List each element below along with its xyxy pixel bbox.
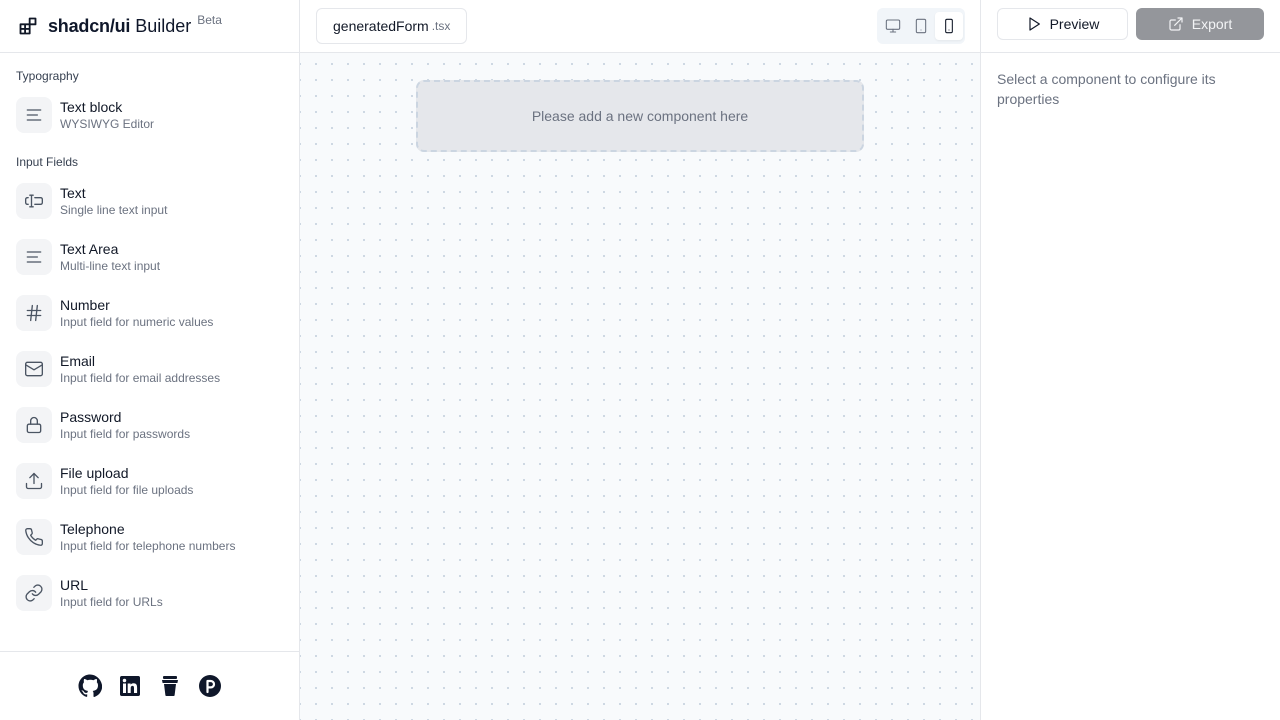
phone-icon — [16, 519, 52, 555]
mobile-icon — [945, 18, 953, 34]
tablet-icon — [915, 18, 927, 34]
hash-icon — [16, 295, 52, 331]
device-toggle-group — [877, 8, 965, 44]
component-dropzone[interactable]: Please add a new component here — [416, 80, 864, 152]
text-cursor-input-icon — [16, 183, 52, 219]
upload-icon — [16, 463, 52, 499]
sidebar-item-desc: Input field for telephone numbers — [60, 539, 236, 553]
sidebar-item-desc: Input field for passwords — [60, 427, 191, 441]
sidebar-item-desc: Input field for file uploads — [60, 483, 194, 497]
sidebar-item-password[interactable]: Password Input field for passwords — [0, 397, 299, 453]
section-title-input-fields: Input Fields — [16, 155, 79, 169]
sidebar-item-label: Number — [60, 297, 110, 313]
sidebar-item-url[interactable]: URL Input field for URLs — [0, 565, 299, 621]
sidebar-item-label: Text block — [60, 99, 123, 115]
sidebar-item-desc: Single line text input — [60, 203, 168, 217]
linkedin-icon[interactable] — [118, 674, 142, 698]
tablet-view-button[interactable] — [907, 12, 935, 40]
canvas-toolbar: generatedForm .tsx — [300, 0, 981, 53]
mobile-view-button[interactable] — [935, 12, 963, 40]
sidebar-item-label: Text Area — [60, 241, 119, 257]
mail-icon — [16, 351, 52, 387]
preview-label: Preview — [1049, 16, 1100, 32]
external-link-icon — [1169, 17, 1183, 31]
sidebar-item-desc: Input field for URLs — [60, 595, 163, 609]
sidebar-item-email[interactable]: Email Input field for email addresses — [0, 341, 299, 397]
brand-subtitle: Builder — [135, 15, 192, 36]
sidebar-item-label: URL — [60, 577, 89, 593]
preview-button[interactable]: Preview — [997, 8, 1128, 40]
desktop-icon — [885, 19, 901, 33]
desktop-view-button[interactable] — [879, 12, 907, 40]
patreon-icon[interactable] — [198, 674, 222, 698]
play-icon — [1028, 17, 1040, 31]
social-footer — [0, 651, 299, 720]
link-icon — [16, 575, 52, 611]
lock-icon — [16, 407, 52, 443]
export-button[interactable]: Export — [1136, 8, 1264, 40]
form-canvas[interactable]: generatedForm .tsx Please add a new comp… — [300, 0, 981, 720]
export-label: Export — [1191, 16, 1233, 32]
file-extension: .tsx — [431, 19, 451, 33]
sidebar-item-desc: Multi-line text input — [60, 259, 161, 273]
beta-badge: Beta — [197, 13, 222, 27]
file-tab[interactable]: generatedForm .tsx — [316, 8, 468, 44]
text-align-icon — [16, 97, 52, 133]
sidebar-item-label: Text — [60, 185, 86, 201]
sidebar-item-text-area[interactable]: Text Area Multi-line text input — [0, 229, 299, 285]
sidebar-item-text[interactable]: Text Single line text input — [0, 173, 299, 229]
properties-hint: Select a component to configure its prop… — [997, 71, 1216, 107]
sidebar-item-label: Telephone — [60, 521, 125, 537]
brand-name: shadcn/ui — [48, 15, 131, 36]
properties-panel: Preview Export Select a component to con… — [980, 0, 1280, 720]
text-align-icon — [16, 239, 52, 275]
sidebar-item-label: File upload — [60, 465, 129, 481]
sidebar-item-label: Email — [60, 353, 96, 369]
component-sidebar: shadcn/ui Builder Beta Typography Text b… — [0, 0, 300, 720]
blocks-logo-icon — [18, 16, 38, 36]
sidebar-item-desc: Input field for numeric values — [60, 315, 214, 329]
sidebar-item-desc: Input field for email addresses — [60, 371, 221, 385]
file-name: generatedForm — [333, 18, 429, 34]
sidebar-item-desc: WYSIWYG Editor — [60, 117, 155, 131]
sidebar-item-file-upload[interactable]: File upload Input field for file uploads — [0, 453, 299, 509]
coffee-cup-icon[interactable] — [158, 674, 182, 698]
sidebar-item-label: Password — [60, 409, 122, 425]
sidebar-item-telephone[interactable]: Telephone Input field for telephone numb… — [0, 509, 299, 565]
sidebar-item-number[interactable]: Number Input field for numeric values — [0, 285, 299, 341]
section-title-typography: Typography — [16, 69, 79, 83]
panel-toolbar: Preview Export — [981, 0, 1280, 53]
github-icon[interactable] — [78, 674, 102, 698]
brand-header: shadcn/ui Builder Beta — [0, 0, 299, 53]
sidebar-item-text-block[interactable]: Text block WYSIWYG Editor — [0, 87, 299, 143]
